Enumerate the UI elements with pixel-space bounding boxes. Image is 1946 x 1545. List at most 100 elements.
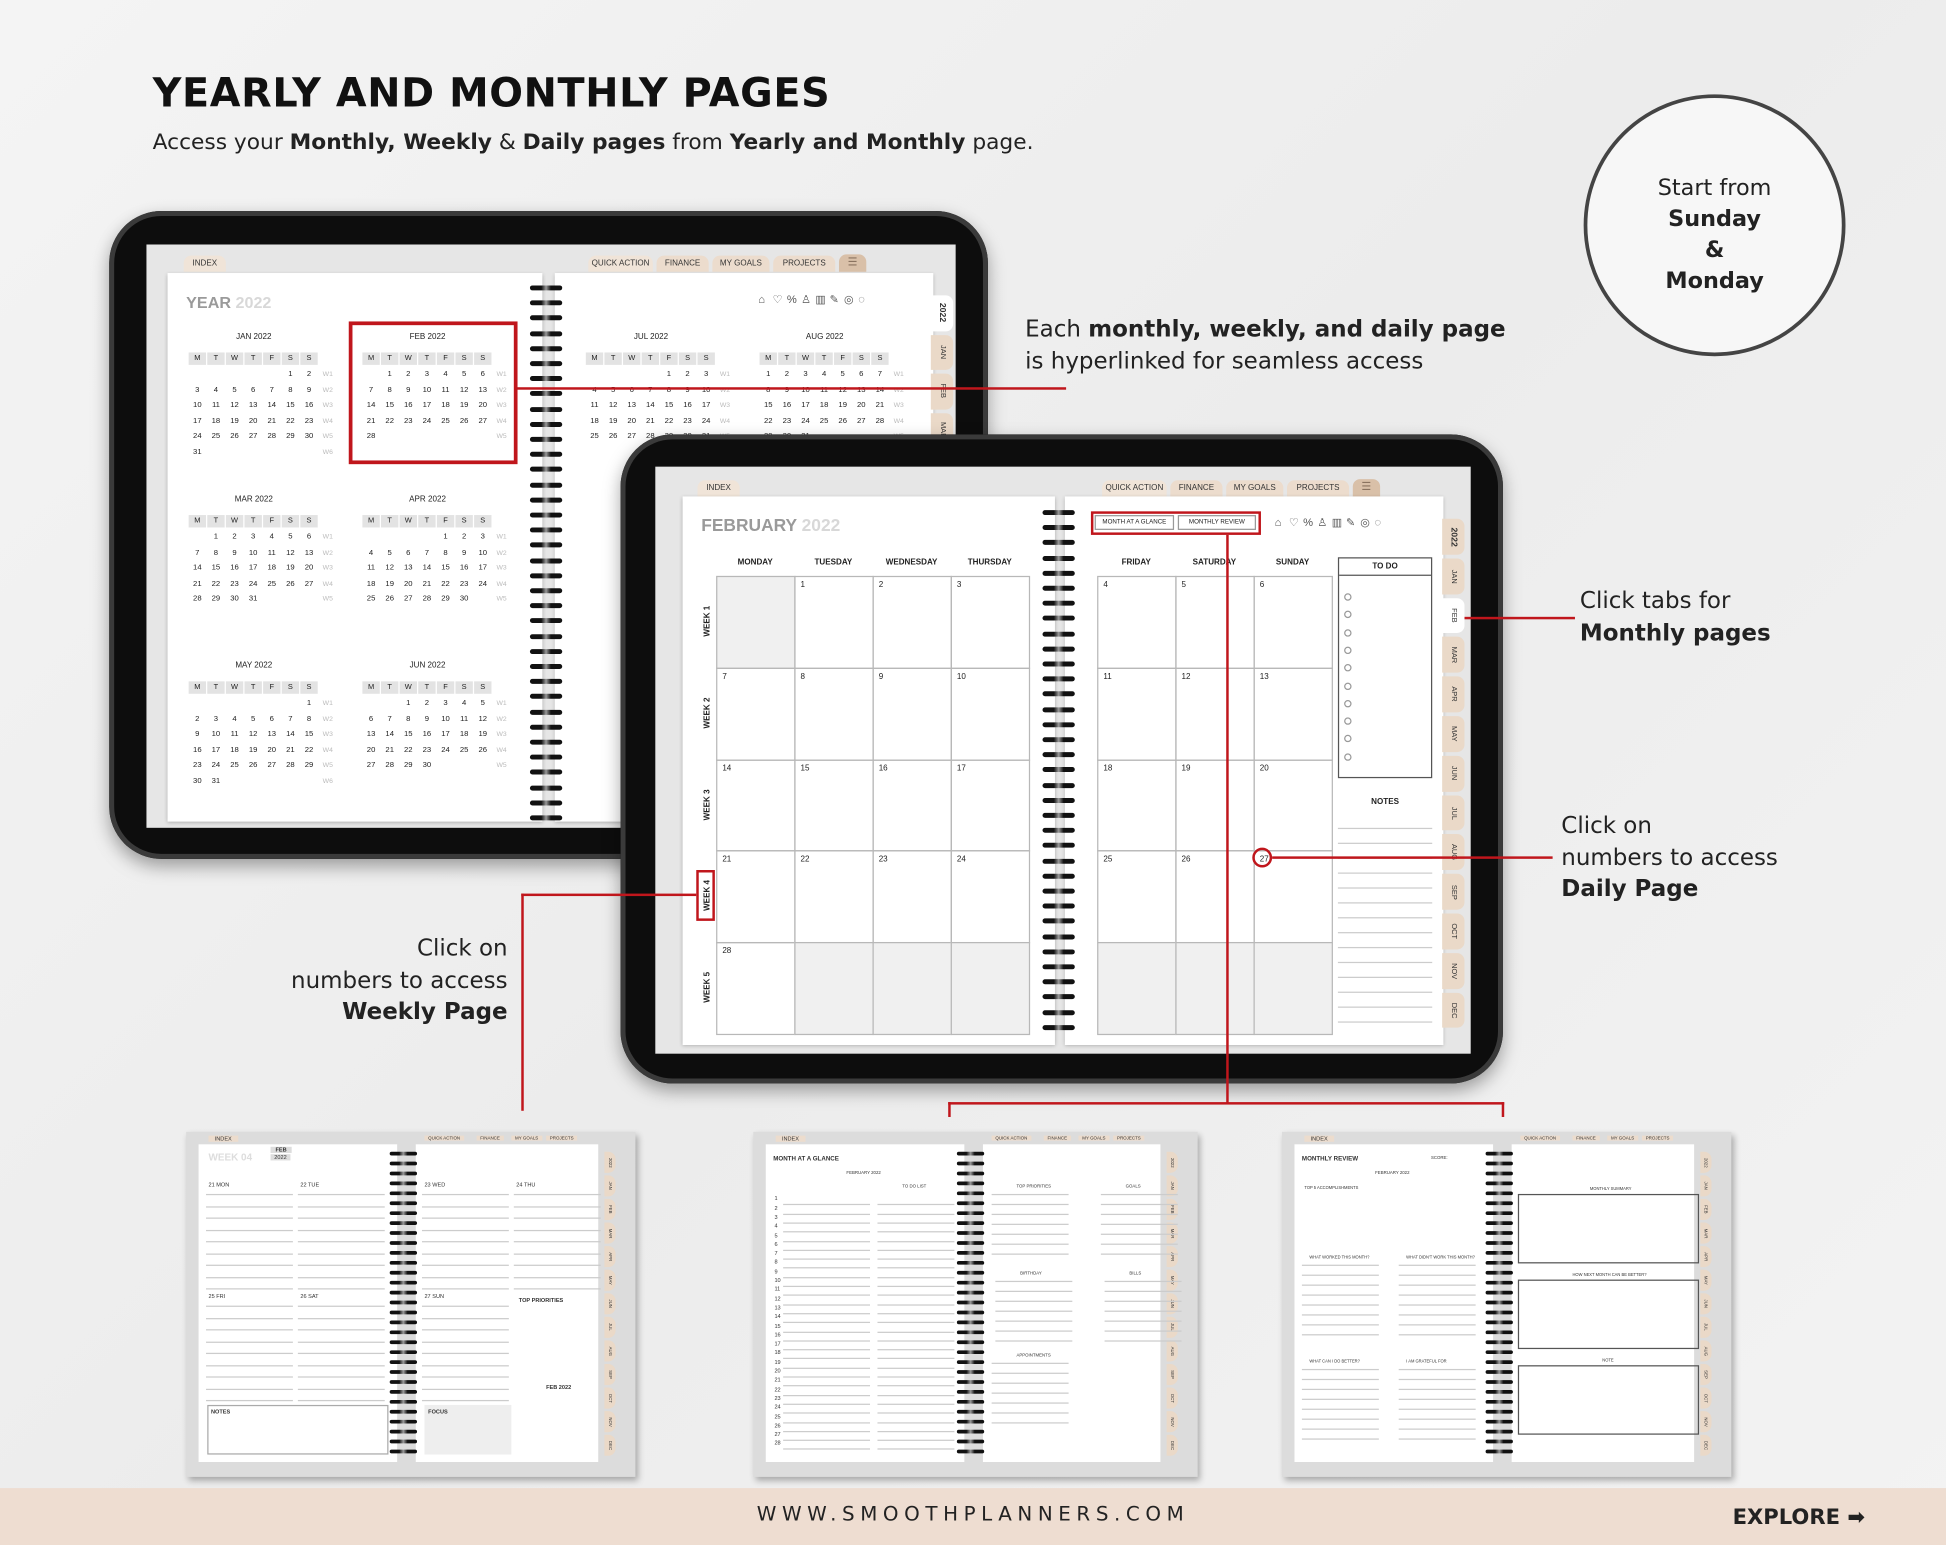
- thumb-line: [421, 1364, 509, 1366]
- thumb-line: [297, 1276, 385, 1278]
- thumb-line: [297, 1217, 385, 1219]
- thumb-line: [421, 1229, 509, 1231]
- thumb-line: [877, 1349, 955, 1351]
- thumb-line: [206, 1205, 293, 1207]
- thumb-line: [1398, 1314, 1476, 1316]
- thumb-left-page: [1294, 1144, 1494, 1463]
- thumb-line: [1301, 1334, 1379, 1336]
- thumb-day[interactable]: 20: [774, 1368, 780, 1374]
- spiral-ring: [1485, 1151, 1513, 1156]
- thumb-line: [877, 1358, 955, 1360]
- thumb-day[interactable]: 21: [774, 1377, 780, 1383]
- thumb-line: [297, 1317, 385, 1319]
- thumb-side-tab: FEB: [1700, 1198, 1712, 1221]
- thumb-day[interactable]: 8: [774, 1259, 777, 1265]
- thumb-day[interactable]: 25: [774, 1413, 780, 1419]
- thumb-line: [1398, 1304, 1476, 1306]
- spiral-ring: [389, 1419, 418, 1424]
- spiral-ring: [389, 1330, 418, 1335]
- thumb-line: [421, 1252, 509, 1255]
- spiral-ring: [1485, 1340, 1513, 1345]
- month-at-a-glance-thumbnail[interactable]: INDEX QUICK ACTION FINANCE MY GOALS PROJECTS…: [753, 1131, 1198, 1477]
- spiral-ring: [1485, 1221, 1513, 1225]
- thumb-line: [991, 1213, 1069, 1216]
- thumb-day[interactable]: 23: [774, 1395, 780, 1401]
- thumb-line: [877, 1294, 955, 1297]
- thumb-line: [297, 1205, 385, 1207]
- thumb-day[interactable]: 17: [774, 1341, 780, 1347]
- thumb-day[interactable]: 14: [774, 1313, 780, 1319]
- thumb-day[interactable]: 3: [774, 1214, 777, 1220]
- thumb-day[interactable]: 22: [774, 1386, 780, 1392]
- weekly-page-thumbnail[interactable]: INDEX QUICK ACTION FINANCE MY GOALS PROJECTS…: [186, 1131, 636, 1477]
- thumb-day-label[interactable]: 25 FRI: [209, 1293, 226, 1299]
- thumb-day-label[interactable]: 24 THU: [516, 1182, 535, 1188]
- spiral-ring: [1485, 1429, 1513, 1434]
- thumb-day[interactable]: 7: [774, 1250, 777, 1256]
- thumb-birthday: BIRTHDAY: [1020, 1270, 1042, 1276]
- thumb-day[interactable]: 2: [774, 1205, 777, 1211]
- monthly-review-thumbnail[interactable]: INDEX QUICK ACTION FINANCE MY GOALS PROJECTS…: [1282, 1131, 1732, 1477]
- thumb-glance-title: MONTH AT A GLANCE: [773, 1155, 839, 1163]
- thumb-side-tab: SEP: [1700, 1363, 1712, 1386]
- spiral-ring: [956, 1350, 985, 1355]
- thumb-day[interactable]: 27: [774, 1431, 780, 1437]
- thumb-side-tab: MAR: [1700, 1222, 1712, 1244]
- thumb-line: [1301, 1388, 1379, 1391]
- thumb-day[interactable]: 16: [774, 1331, 780, 1337]
- spiral-ring: [956, 1449, 985, 1454]
- thumb-line: [995, 1310, 1073, 1312]
- thumb-day-label[interactable]: 22 TUE: [300, 1182, 319, 1188]
- callout-weekly: Click on numbers to access Weekly Page: [248, 933, 508, 1028]
- thumb-day[interactable]: 10: [774, 1277, 780, 1283]
- thumb-day[interactable]: 28: [774, 1440, 780, 1446]
- thumb-tab-projects: PROJECTS: [1113, 1135, 1145, 1141]
- thumb-day-label[interactable]: 27 SUN: [424, 1293, 444, 1299]
- thumb-day[interactable]: 18: [774, 1350, 780, 1356]
- thumb-line: [783, 1258, 871, 1260]
- thumb-line: [421, 1341, 509, 1343]
- thumb-day[interactable]: 6: [774, 1241, 777, 1247]
- thumb-line: [1301, 1428, 1379, 1430]
- thumb-line: [1398, 1294, 1476, 1296]
- thumb-day[interactable]: 15: [774, 1322, 780, 1328]
- thumb-line: [206, 1276, 293, 1278]
- thumb-line: [991, 1203, 1069, 1206]
- thumb-line: [297, 1241, 385, 1243]
- thumb-day-label[interactable]: 23 WED: [424, 1182, 445, 1188]
- thumb-day[interactable]: 9: [774, 1268, 777, 1274]
- thumb-line: [877, 1303, 955, 1306]
- callout-text: is hyperlinked for seamless access: [1025, 348, 1424, 375]
- thumb-tab-finance: FINANCE: [476, 1135, 504, 1141]
- thumb-day[interactable]: 12: [774, 1295, 780, 1301]
- thumb-review-subtitle: FEBRUARY 2022: [1375, 1170, 1410, 1176]
- thumb-day[interactable]: 26: [774, 1422, 780, 1428]
- thumb-line: [783, 1303, 871, 1306]
- thumb-day[interactable]: 4: [774, 1223, 777, 1229]
- spiral-ring: [956, 1330, 985, 1335]
- thumb-line: [513, 1252, 601, 1255]
- thumb-line: [877, 1312, 955, 1315]
- spiral-ring: [1485, 1310, 1513, 1315]
- thumb-line: [421, 1217, 509, 1219]
- connector-line: [948, 1102, 951, 1117]
- thumb-day-label[interactable]: 21 MON: [209, 1182, 230, 1188]
- thumb-line: [1398, 1324, 1476, 1326]
- thumb-day[interactable]: 24: [774, 1404, 780, 1410]
- spiral-ring: [389, 1201, 418, 1206]
- thumb-line: [206, 1193, 293, 1196]
- spiral-ring: [389, 1300, 418, 1305]
- thumb-day[interactable]: 5: [774, 1232, 777, 1238]
- thumb-right-page: [982, 1144, 1161, 1463]
- thumb-day[interactable]: 13: [774, 1304, 780, 1310]
- thumb-line: [206, 1364, 293, 1366]
- thumb-line: [783, 1222, 871, 1224]
- spiral-ring: [1485, 1370, 1513, 1374]
- thumb-day[interactable]: 1: [774, 1196, 777, 1202]
- thumb-day[interactable]: 19: [774, 1359, 780, 1365]
- thumb-day-label[interactable]: 26 SAT: [300, 1293, 318, 1299]
- thumb-line: [877, 1322, 955, 1324]
- thumb-day[interactable]: 11: [774, 1286, 780, 1292]
- thumb-line: [783, 1403, 871, 1405]
- thumb-line: [877, 1240, 955, 1242]
